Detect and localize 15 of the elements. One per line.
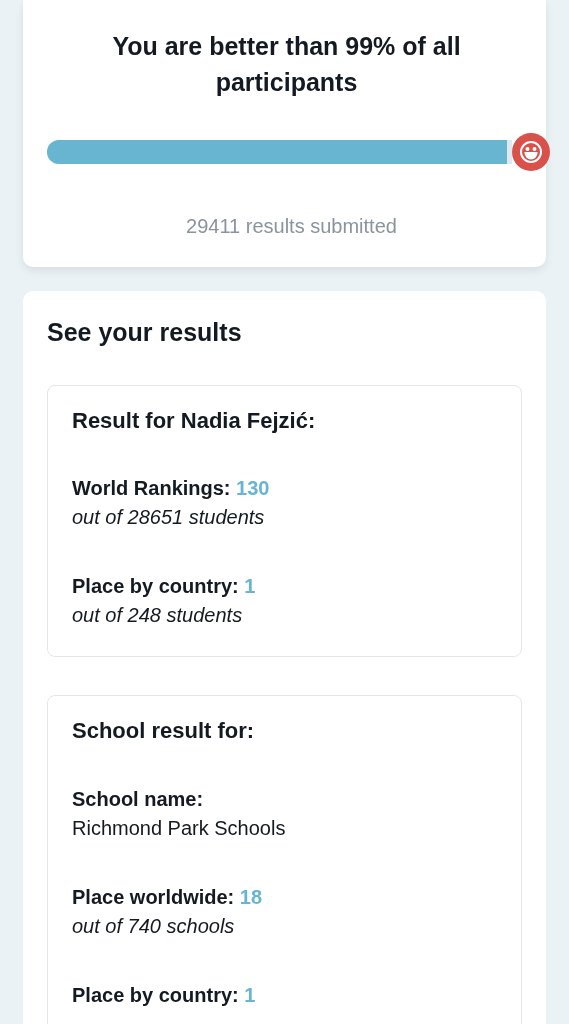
field-label: Place by country: 1 xyxy=(72,982,257,1008)
submitted-count: 29411 results submitted xyxy=(185,214,398,239)
field-detail: out of 740 schools xyxy=(72,913,236,939)
summary-heading: You are better than 99% of all participants xyxy=(111,31,462,98)
field-label: Place by country: 1 xyxy=(72,574,257,600)
panel-title: School result for: xyxy=(72,718,256,745)
results-title: See your results xyxy=(47,317,243,347)
field-label: School name: xyxy=(72,786,205,812)
smiley-icon xyxy=(519,140,543,164)
panel-title: Result for Nadia Fejzić: xyxy=(72,408,317,435)
field-detail: Richmond Park Schools xyxy=(72,815,287,841)
field-detail: out of 248 students xyxy=(72,603,244,629)
field-detail: out of 28651 students xyxy=(72,505,266,531)
field-label: World Rankings: 130 xyxy=(72,476,271,502)
field-label: Place worldwide: 18 xyxy=(72,884,264,910)
